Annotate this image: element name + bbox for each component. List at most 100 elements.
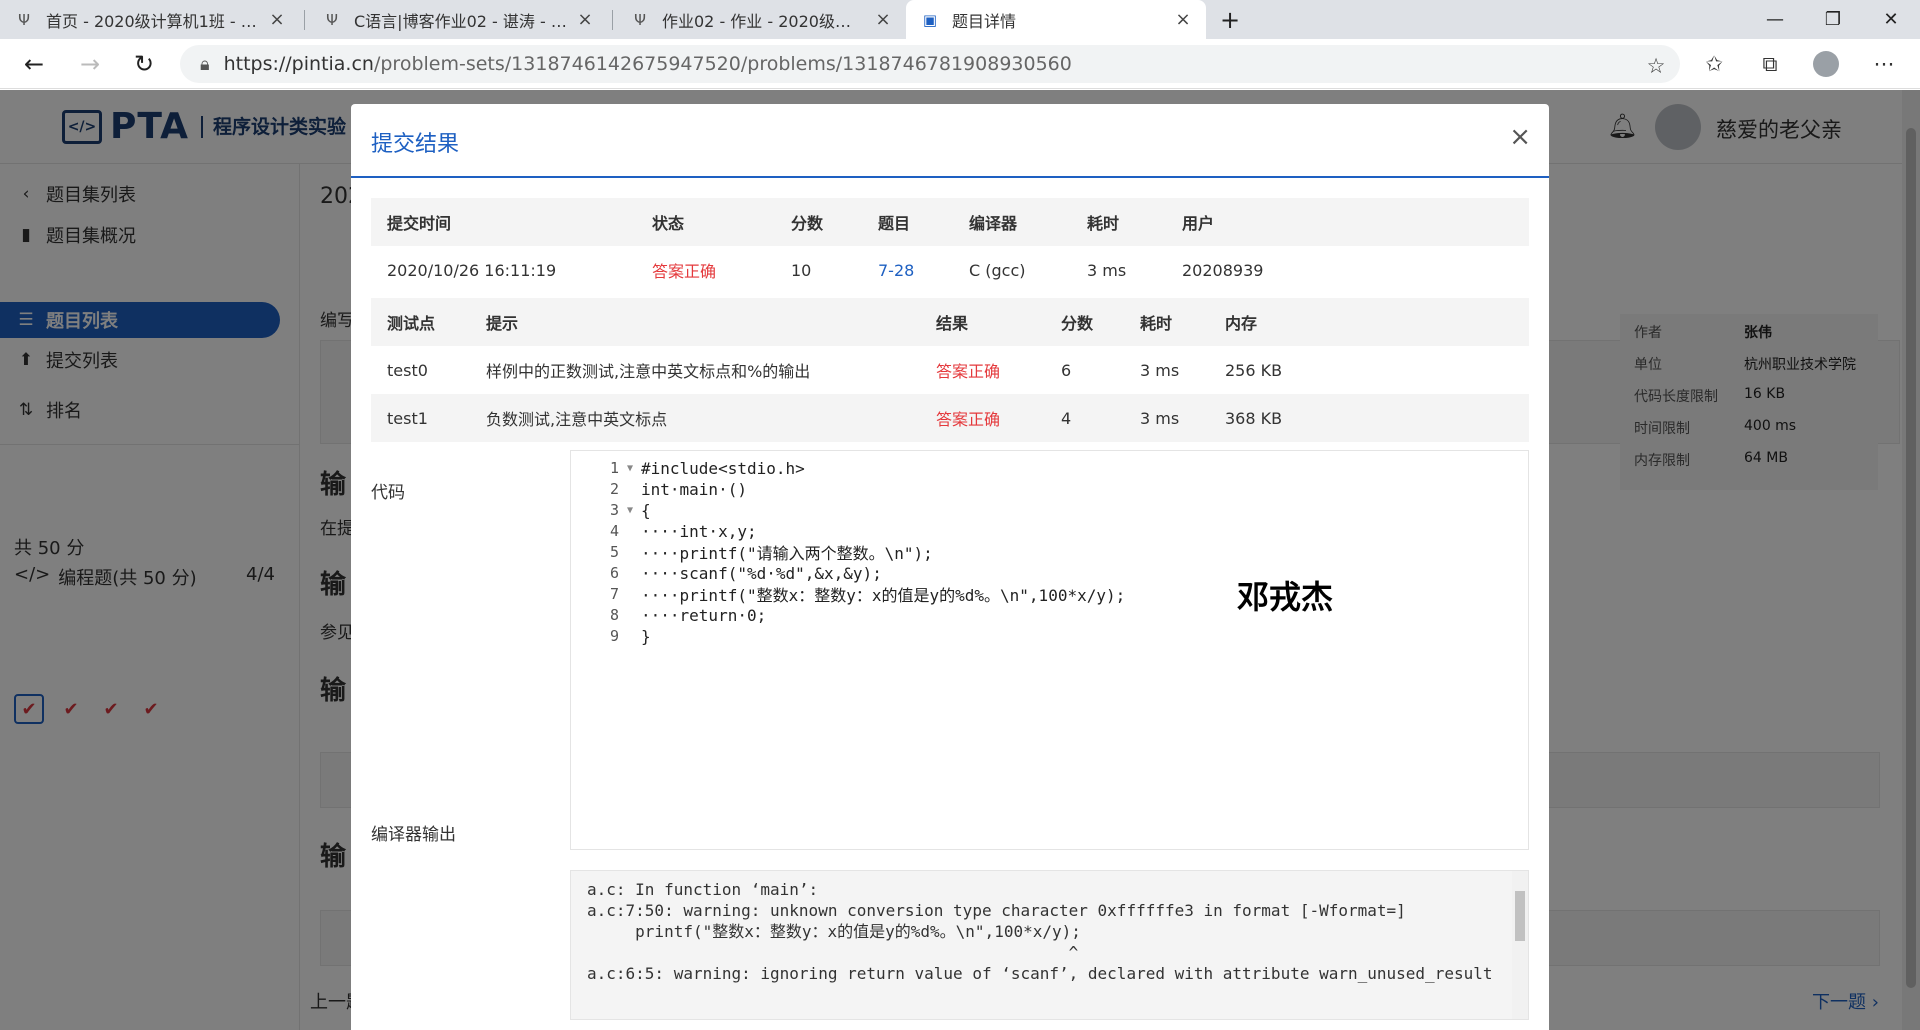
collections-icon[interactable]: ⧉	[1752, 47, 1788, 81]
user-id: 20208939	[1182, 260, 1264, 280]
favorite-star-icon[interactable]: ☆	[1638, 49, 1674, 83]
site-icon: Ψ	[634, 10, 646, 29]
tab-close-icon[interactable]: ×	[874, 9, 892, 30]
minimize-icon[interactable]: —	[1746, 0, 1804, 39]
tab-close-icon[interactable]: ×	[1174, 9, 1192, 30]
test-time: 3 ms	[1140, 360, 1180, 380]
line-number: 2	[609, 480, 619, 498]
close-window-icon[interactable]: ✕	[1862, 0, 1920, 39]
table-row: test0 样例中的正数测试,注意中英文标点和%的输出 答案正确 6 3 ms …	[371, 346, 1529, 394]
tab-label: 题目详情	[952, 11, 1017, 31]
output-scrollbar[interactable]	[1512, 871, 1528, 1019]
line-number: 9	[609, 627, 619, 645]
compiler-output-label: 编译器输出	[371, 825, 456, 845]
column-header: 题目	[878, 214, 911, 233]
back-icon[interactable]: ←	[16, 47, 52, 81]
test-score: 6	[1061, 360, 1072, 380]
score: 10	[791, 260, 812, 280]
table-row: 2020/10/26 16:11:19 答案正确 10 7-28 C (gcc)…	[371, 246, 1529, 294]
code-text: {	[641, 500, 651, 520]
code-text: #include<stdio.h>	[641, 458, 805, 478]
test-result: 答案正确	[936, 362, 1001, 381]
submit-time: 2020/10/26 16:11:19	[387, 260, 557, 280]
tab-separator	[304, 10, 305, 30]
test-memory: 256 KB	[1225, 360, 1283, 380]
test-points-table: 测试点 提示 结果 分数 耗时 内存 test0 样例中的正数测试,注意中英文标…	[371, 298, 1529, 442]
address-bar: ← → ↻ 🔒︎ https://pintia.cn/problem-sets/…	[0, 39, 1920, 89]
fold-icon[interactable]: ▼	[619, 505, 641, 516]
tab-close-icon[interactable]: ×	[268, 9, 286, 30]
column-header: 分数	[1061, 314, 1094, 333]
url-host: https://pintia.cn	[223, 53, 374, 75]
submission-summary-table: 提交时间 状态 分数 题目 编译器 耗时 用户 2020/10/26 16:11…	[371, 198, 1529, 294]
code-editor[interactable]: 1 ▼ #include<stdio.h> 2 int·main·() 3 ▼ …	[570, 450, 1529, 850]
browser-tab-1[interactable]: Ψ 首页 - 2020级计算机1班 - 中南林 ×	[0, 0, 300, 39]
column-header: 耗时	[1087, 214, 1120, 233]
tab-label: C语言|博客作业02 - 谌涛 - 博客园	[354, 11, 568, 31]
refresh-icon[interactable]: ↻	[126, 47, 162, 81]
test-hint: 样例中的正数测试,注意中英文标点和%的输出	[486, 362, 811, 381]
site-icon: Ψ	[326, 10, 338, 29]
column-header: 编译器	[969, 214, 1018, 233]
new-tab-button[interactable]: +	[1212, 0, 1248, 39]
problem-link[interactable]: 7-28	[878, 246, 914, 294]
more-menu-icon[interactable]: ⋯	[1866, 47, 1902, 81]
status-badge: 答案正确	[652, 262, 717, 281]
tab-label: 作业02 - 作业 - 2020级计算机1班	[662, 11, 866, 31]
browser-tab-bar: Ψ 首页 - 2020级计算机1班 - 中南林 × Ψ C语言|博客作业02 -…	[0, 0, 1920, 39]
line-number: 8	[609, 606, 619, 624]
code-line: 9 }	[571, 623, 1528, 649]
tab-close-icon[interactable]: ×	[576, 9, 594, 30]
test-id: test1	[387, 408, 428, 428]
name-watermark: 邓戎杰	[1237, 578, 1334, 616]
line-number: 1	[609, 459, 619, 477]
line-number: 5	[609, 543, 619, 561]
column-header: 用户	[1182, 214, 1215, 233]
code-label: 代码	[371, 483, 405, 503]
column-header: 提示	[486, 314, 519, 333]
restore-icon[interactable]: ❐	[1804, 0, 1862, 39]
test-hint: 负数测试,注意中英文标点	[486, 410, 668, 429]
site-icon: Ψ	[18, 10, 30, 29]
elapsed-time: 3 ms	[1087, 260, 1127, 280]
table-header-row: 提交时间 状态 分数 题目 编译器 耗时 用户	[371, 198, 1529, 246]
code-text: }	[641, 626, 651, 646]
fold-icon[interactable]: ▼	[619, 463, 641, 474]
compiler: C (gcc)	[969, 260, 1026, 280]
column-header: 内存	[1225, 314, 1258, 333]
column-header: 测试点	[387, 314, 436, 333]
profile-icon[interactable]	[1808, 47, 1844, 81]
browser-tab-3[interactable]: Ψ 作业02 - 作业 - 2020级计算机1班 ×	[616, 0, 906, 39]
page-icon: ▣	[922, 10, 938, 29]
url-path: /problem-sets/1318746142675947520/proble…	[373, 53, 1072, 75]
modal-header: 提交结果 ×	[351, 104, 1549, 178]
test-memory: 368 KB	[1225, 408, 1283, 428]
code-text: int·main·()	[641, 479, 747, 499]
table-row: test1 负数测试,注意中英文标点 答案正确 4 3 ms 368 KB	[371, 394, 1529, 442]
code-text: ····scanf("%d·%d",&x,&y);	[641, 563, 882, 583]
column-header: 分数	[791, 214, 824, 233]
compiler-output-box[interactable]: a.c: In function ‘main’: a.c:7:50: warni…	[570, 870, 1529, 1020]
test-id: test0	[387, 360, 428, 380]
close-icon[interactable]: ×	[1509, 122, 1531, 152]
scrollbar-thumb[interactable]	[1515, 891, 1525, 941]
test-score: 4	[1061, 408, 1072, 428]
test-result: 答案正确	[936, 410, 1001, 429]
browser-tab-active[interactable]: ▣ 题目详情 ×	[906, 0, 1206, 39]
table-header-row: 测试点 提示 结果 分数 耗时 内存	[371, 298, 1529, 346]
tab-label: 首页 - 2020级计算机1班 - 中南林	[46, 11, 260, 31]
column-header: 提交时间	[387, 214, 452, 233]
modal-title: 提交结果	[371, 132, 460, 157]
browser-tab-2[interactable]: Ψ C语言|博客作业02 - 谌涛 - 博客园 ×	[308, 0, 608, 39]
line-number: 4	[609, 522, 619, 540]
column-header: 耗时	[1140, 314, 1173, 333]
line-number: 7	[609, 585, 619, 603]
forward-icon[interactable]: →	[72, 47, 108, 81]
url-field[interactable]: 🔒︎ https://pintia.cn/problem-sets/131874…	[180, 45, 1680, 83]
code-text: ····return·0;	[641, 605, 767, 625]
output-line: a.c:6:5: warning: ignoring return value …	[587, 964, 1493, 983]
code-text: ····int·x,y;	[641, 521, 757, 541]
submission-result-modal: 提交结果 × 提交时间 状态 分数 题目 编译器 耗时 用户 2020/10/2…	[351, 104, 1549, 1030]
column-header: 状态	[652, 214, 685, 233]
favorites-list-icon[interactable]: ✩	[1696, 47, 1732, 81]
